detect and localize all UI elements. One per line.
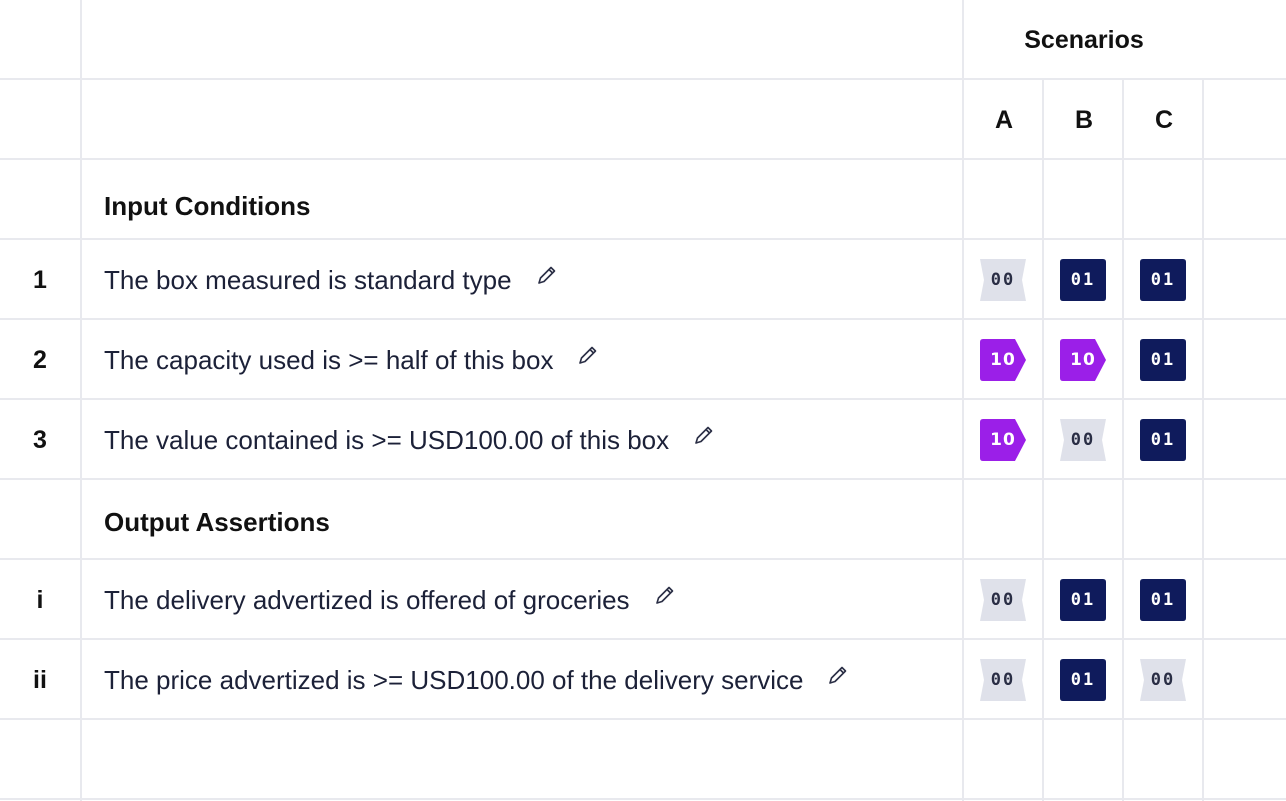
row-label: The capacity used is >= half of this box — [104, 344, 554, 375]
scenarios-title: Scenarios — [1024, 25, 1144, 54]
section-row-input: Input Conditions — [0, 166, 1286, 246]
state-badge-10[interactable]: 10 — [980, 419, 1026, 461]
state-badge-10[interactable]: 10 — [980, 339, 1026, 381]
scenario-cell-c: 01 — [1140, 400, 1186, 480]
scenario-cell-a: 00 — [980, 560, 1026, 640]
pencil-icon[interactable] — [827, 662, 849, 684]
row-number: 1 — [33, 265, 47, 294]
row-label-cell: The price advertized is >= USD100.00 of … — [104, 640, 954, 720]
scenario-cell-c: 01 — [1140, 240, 1186, 320]
scenario-cell-b: 10 — [1060, 320, 1106, 400]
grid-divider — [0, 798, 1286, 800]
assertion-row: ii The price advertized is >= USD100.00 o… — [0, 640, 1286, 720]
scenario-cell-a: 00 — [980, 240, 1026, 320]
state-badge-value: 01 — [1150, 430, 1176, 450]
state-badge-01[interactable]: 01 — [1140, 259, 1186, 301]
state-badge-value: 10 — [990, 350, 1016, 370]
state-badge-00[interactable]: 00 — [1060, 419, 1106, 461]
section-title-output: Output Assertions — [104, 506, 330, 537]
row-label: The price advertized is >= USD100.00 of … — [104, 664, 804, 695]
state-badge-value: 01 — [1150, 270, 1176, 290]
column-header-row: A B C — [0, 80, 1286, 160]
state-badge-00[interactable]: 00 — [980, 259, 1026, 301]
state-badge-01[interactable]: 01 — [1140, 579, 1186, 621]
row-label-cell: The box measured is standard type — [104, 240, 954, 320]
scenario-cell-c: 00 — [1140, 640, 1186, 720]
state-badge-value: 00 — [1070, 430, 1096, 450]
column-header-a: A — [994, 105, 1014, 134]
state-badge-00[interactable]: 00 — [980, 659, 1026, 701]
row-label: The box measured is standard type — [104, 264, 512, 295]
scenario-cell-a: 10 — [980, 320, 1026, 400]
scenario-cell-b: 01 — [1060, 560, 1106, 640]
scenario-cell-b: 00 — [1060, 400, 1106, 480]
pencil-icon[interactable] — [536, 262, 558, 284]
scenario-cell-b: 01 — [1060, 640, 1106, 720]
state-badge-10[interactable]: 10 — [1060, 339, 1106, 381]
section-row-output: Output Assertions — [0, 482, 1286, 562]
row-label: The value contained is >= USD100.00 of t… — [104, 424, 670, 455]
state-badge-value: 01 — [1150, 590, 1176, 610]
scenario-cell-a: 00 — [980, 640, 1026, 720]
assertion-row: i The delivery advertized is offered of g… — [0, 560, 1286, 640]
row-number: 3 — [33, 425, 47, 454]
row-label-cell: The capacity used is >= half of this box — [104, 320, 954, 400]
state-badge-00[interactable]: 00 — [980, 579, 1026, 621]
condition-row: 3 The value contained is >= USD100.00 of … — [0, 400, 1286, 480]
pencil-icon[interactable] — [654, 582, 676, 604]
condition-row: 1 The box measured is standard type 00 01 01 — [0, 240, 1286, 320]
condition-row: 2 The capacity used is >= half of this bo… — [0, 320, 1286, 400]
state-badge-01[interactable]: 01 — [1060, 579, 1106, 621]
state-badge-01[interactable]: 01 — [1140, 419, 1186, 461]
state-badge-value: 01 — [1070, 590, 1096, 610]
state-badge-01[interactable]: 01 — [1140, 339, 1186, 381]
state-badge-value: 00 — [1150, 670, 1176, 690]
pencil-icon[interactable] — [693, 422, 715, 444]
scenario-cell-c: 01 — [1140, 560, 1186, 640]
state-badge-value: 01 — [1150, 350, 1176, 370]
state-badge-value: 00 — [990, 670, 1016, 690]
section-title-input: Input Conditions — [104, 190, 311, 221]
row-number: 2 — [33, 345, 47, 374]
scenario-cell-c: 01 — [1140, 320, 1186, 400]
scenario-cell-a: 10 — [980, 400, 1026, 480]
state-badge-value: 00 — [990, 590, 1016, 610]
state-badge-01[interactable]: 01 — [1060, 659, 1106, 701]
row-label-cell: The value contained is >= USD100.00 of t… — [104, 400, 954, 480]
column-header-c: C — [1154, 105, 1174, 134]
column-header-b: B — [1074, 105, 1094, 134]
row-label-cell: The delivery advertized is offered of gr… — [104, 560, 954, 640]
scenario-cell-b: 01 — [1060, 240, 1106, 320]
pencil-icon[interactable] — [577, 342, 599, 364]
state-badge-value: 01 — [1070, 270, 1096, 290]
state-badge-value: 00 — [990, 270, 1016, 290]
state-badge-01[interactable]: 01 — [1060, 259, 1106, 301]
row-number: ii — [33, 665, 47, 694]
state-badge-00[interactable]: 00 — [1140, 659, 1186, 701]
state-badge-value: 10 — [1070, 350, 1096, 370]
row-number: i — [36, 585, 44, 614]
state-badge-value: 10 — [990, 430, 1016, 450]
state-badge-value: 01 — [1070, 670, 1096, 690]
row-label: The delivery advertized is offered of gr… — [104, 584, 630, 615]
